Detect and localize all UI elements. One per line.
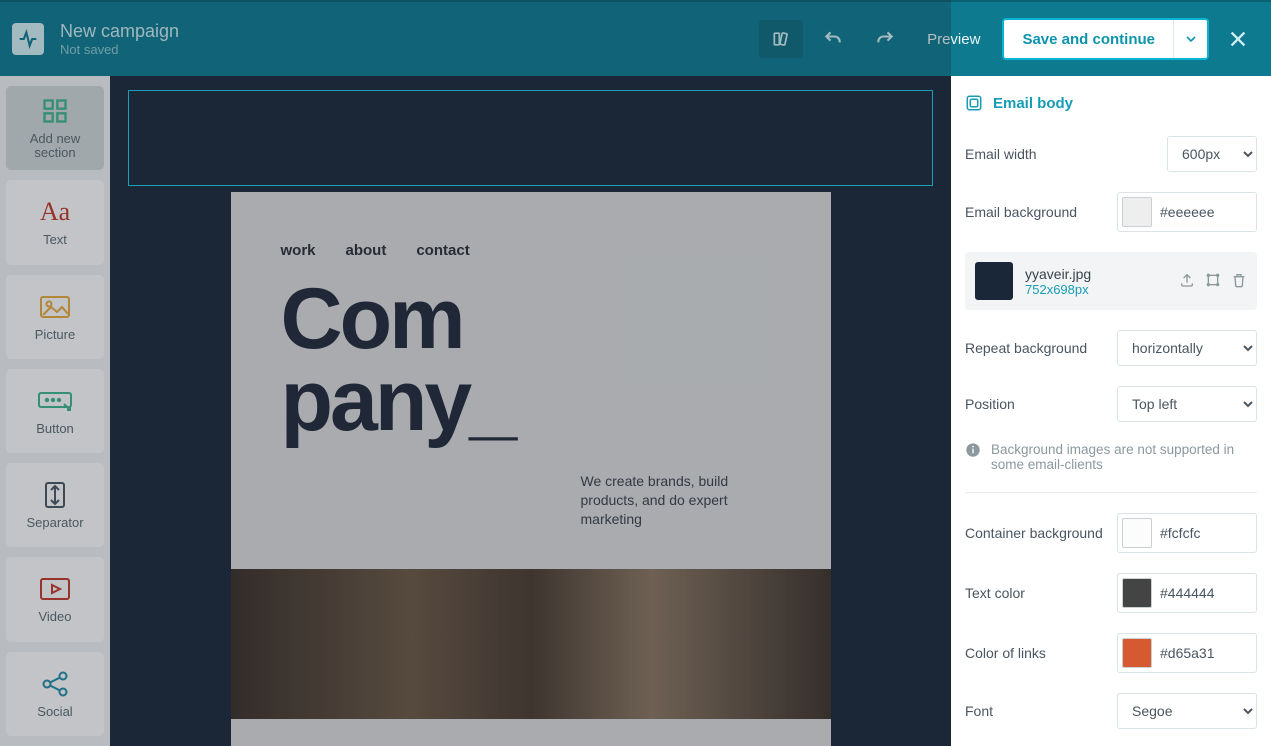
container-bg-input[interactable]: #fcfcfc bbox=[1117, 513, 1257, 553]
tool-button[interactable]: Button bbox=[6, 369, 104, 453]
email-width-label: Email width bbox=[965, 146, 1167, 162]
text-icon: Aa bbox=[40, 197, 70, 227]
tool-label: Separator bbox=[26, 516, 83, 530]
nav-link[interactable]: about bbox=[346, 242, 387, 259]
editor-canvas[interactable]: work about contact Com pany_ We create b… bbox=[110, 76, 951, 746]
email-width-select[interactable]: 600px bbox=[1167, 136, 1257, 172]
bg-image-file: yyaveir.jpg 752x698px bbox=[965, 252, 1257, 310]
tool-text[interactable]: Aa Text bbox=[6, 180, 104, 264]
logo-line-1: Com bbox=[281, 279, 781, 361]
templates-button[interactable] bbox=[759, 20, 803, 58]
picture-icon bbox=[40, 292, 70, 322]
bg-support-note: Background images are not supported in s… bbox=[965, 442, 1257, 472]
link-color-row: Color of links #d65a31 bbox=[965, 633, 1257, 673]
link-color-label: Color of links bbox=[965, 645, 1117, 661]
swatch bbox=[1122, 518, 1152, 548]
email-logo: Com pany_ bbox=[231, 259, 831, 442]
title-block: New campaign Not saved bbox=[60, 21, 179, 57]
email-tagline: We create brands, build products, and do… bbox=[531, 442, 791, 569]
tool-separator[interactable]: Separator bbox=[6, 463, 104, 547]
bg-dimensions: 752x698px bbox=[1025, 282, 1167, 297]
delete-icon[interactable] bbox=[1231, 272, 1247, 291]
link-color-input[interactable]: #d65a31 bbox=[1117, 633, 1257, 673]
upload-icon[interactable] bbox=[1179, 272, 1195, 291]
panel-title: Email body bbox=[965, 94, 1257, 112]
undo-button[interactable] bbox=[811, 20, 855, 58]
tool-video[interactable]: Video bbox=[6, 557, 104, 641]
social-icon bbox=[41, 669, 69, 699]
tool-label: Button bbox=[36, 422, 74, 436]
repeat-bg-label: Repeat background bbox=[965, 340, 1117, 356]
tool-label: Social bbox=[37, 705, 72, 719]
email-container[interactable]: work about contact Com pany_ We create b… bbox=[231, 192, 831, 746]
preview-button[interactable]: Preview bbox=[915, 20, 992, 58]
email-bg-label: Email background bbox=[965, 204, 1117, 220]
separator bbox=[965, 492, 1257, 493]
redo-button[interactable] bbox=[863, 20, 907, 58]
repeat-bg-row: Repeat background horizontally bbox=[965, 330, 1257, 366]
email-bg-row: Email background #eeeeee bbox=[965, 192, 1257, 232]
font-select[interactable]: Segoe bbox=[1117, 693, 1257, 729]
bg-thumbnail bbox=[975, 262, 1013, 300]
save-dropdown[interactable] bbox=[1173, 20, 1207, 58]
text-color-input[interactable]: #444444 bbox=[1117, 573, 1257, 613]
info-icon bbox=[965, 442, 983, 472]
swatch bbox=[1122, 638, 1152, 668]
crop-icon[interactable] bbox=[1205, 272, 1221, 291]
main: Add new section Aa Text Picture Button S… bbox=[0, 76, 1271, 746]
repeat-bg-select[interactable]: horizontally bbox=[1117, 330, 1257, 366]
save-button[interactable]: Save and continue bbox=[1004, 20, 1173, 58]
email-width-row: Email width 600px bbox=[965, 136, 1257, 172]
body-icon bbox=[965, 94, 983, 112]
tool-picture[interactable]: Picture bbox=[6, 275, 104, 359]
font-row: Font Segoe bbox=[965, 693, 1257, 729]
nav-link[interactable]: work bbox=[281, 242, 316, 259]
button-icon bbox=[38, 386, 72, 416]
tool-label: Add new section bbox=[30, 132, 81, 161]
grid-icon bbox=[41, 96, 69, 126]
selected-section-outline[interactable] bbox=[128, 90, 933, 186]
position-label: Position bbox=[965, 396, 1117, 412]
tool-label: Text bbox=[43, 233, 67, 247]
email-bg-color-input[interactable]: #eeeeee bbox=[1117, 192, 1257, 232]
tool-add-section[interactable]: Add new section bbox=[6, 86, 104, 170]
close-button[interactable] bbox=[1215, 28, 1261, 50]
position-select[interactable]: Top left bbox=[1117, 386, 1257, 422]
text-color-row: Text color #444444 bbox=[965, 573, 1257, 613]
logo-line-2: pany_ bbox=[281, 361, 781, 443]
save-status: Not saved bbox=[60, 42, 179, 57]
nav-link[interactable]: contact bbox=[416, 242, 469, 259]
properties-panel: Email body Email width 600px Email backg… bbox=[951, 76, 1271, 746]
container-bg-row: Container background #fcfcfc bbox=[965, 513, 1257, 553]
container-bg-label: Container background bbox=[965, 525, 1117, 541]
email-nav: work about contact bbox=[231, 192, 831, 259]
tool-sidebar: Add new section Aa Text Picture Button S… bbox=[0, 76, 110, 746]
position-row: Position Top left bbox=[965, 386, 1257, 422]
email-hero-image bbox=[231, 569, 831, 719]
tool-label: Video bbox=[38, 610, 71, 624]
font-label: Font bbox=[965, 703, 1117, 719]
tool-social[interactable]: Social bbox=[6, 652, 104, 736]
save-button-group: Save and continue bbox=[1002, 18, 1209, 60]
bg-filename: yyaveir.jpg bbox=[1025, 266, 1167, 282]
header: New campaign Not saved Preview Save and … bbox=[0, 0, 1271, 76]
separator-icon bbox=[40, 480, 70, 510]
swatch bbox=[1122, 197, 1152, 227]
tool-label: Picture bbox=[35, 328, 75, 342]
video-icon bbox=[40, 574, 70, 604]
text-color-label: Text color bbox=[965, 585, 1117, 601]
page-title: New campaign bbox=[60, 21, 179, 42]
app-logo bbox=[12, 23, 44, 55]
swatch bbox=[1122, 578, 1152, 608]
